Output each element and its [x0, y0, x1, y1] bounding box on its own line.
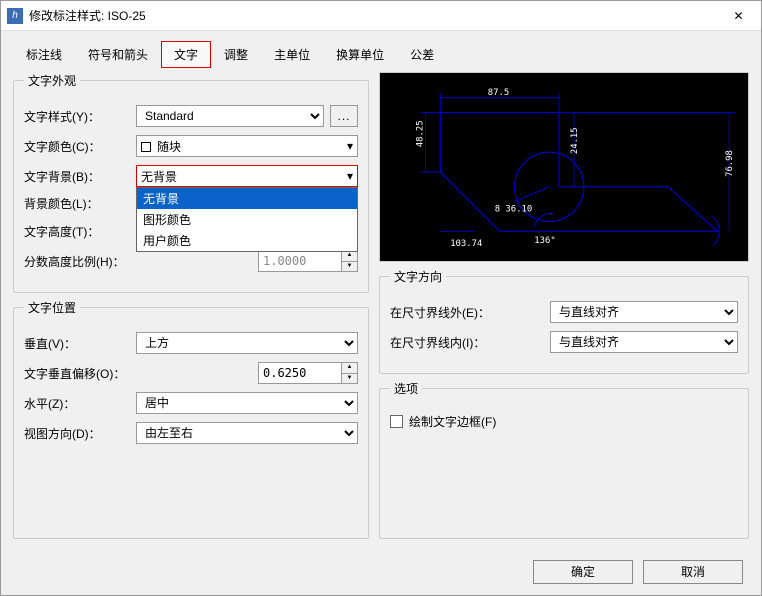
option-drawing-color[interactable]: 图形颜色	[137, 209, 357, 230]
label-vertical: 垂直(V)：	[24, 335, 136, 352]
dialog-window: h 修改标注样式: ISO-25 ✕ 标注线 符号和箭头 文字 调整 主单位 换…	[0, 0, 762, 596]
titlebar: h 修改标注样式: ISO-25 ✕	[1, 1, 761, 31]
label-bg-color: 背景颜色(L)：	[24, 195, 136, 212]
label-offset: 文字垂直偏移(O)：	[24, 365, 136, 382]
svg-text:76.98: 76.98	[725, 150, 735, 177]
label-text-style: 文字样式(Y)：	[24, 108, 136, 125]
dropdown-list-bg: 无背景 图形颜色 用户颜色	[136, 187, 358, 252]
legend-position: 文字位置	[24, 299, 80, 316]
footer: 确定 取消	[1, 549, 761, 595]
input-offset[interactable]	[258, 362, 342, 384]
spin-down-icon: ▼	[342, 262, 357, 272]
select-text-bg[interactable]: 无背景 ▾	[136, 165, 358, 187]
svg-text:87.5: 87.5	[488, 88, 509, 98]
option-user-color[interactable]: 用户颜色	[137, 230, 357, 251]
label-text-bg: 文字背景(B)：	[24, 168, 136, 185]
select-text-color[interactable]: 随块 ▾	[136, 135, 358, 157]
spin-up-icon: ▲	[342, 251, 357, 262]
input-frac-height	[258, 250, 342, 272]
select-text-style[interactable]: Standard	[136, 105, 324, 127]
tab-text[interactable]: 文字	[161, 41, 211, 68]
app-icon: h	[7, 8, 23, 24]
spin-down-icon[interactable]: ▼	[342, 374, 357, 384]
cancel-button[interactable]: 取消	[643, 560, 743, 584]
checkbox-frame[interactable]: 绘制文字边框(F)	[390, 413, 502, 430]
legend-appearance: 文字外观	[24, 72, 80, 89]
chevron-down-icon: ▾	[347, 169, 353, 183]
close-button[interactable]: ✕	[716, 1, 761, 31]
label-text-height: 文字高度(T)：	[24, 223, 136, 240]
tab-strip: 标注线 符号和箭头 文字 调整 主单位 换算单位 公差	[1, 31, 761, 68]
tab-fit[interactable]: 调整	[211, 41, 261, 68]
checkbox-frame-label: 绘制文字边框(F)	[409, 413, 496, 430]
select-inside[interactable]: 与直线对齐	[550, 331, 738, 353]
chevron-down-icon: ▾	[347, 139, 353, 153]
spinner-offset[interactable]: ▲▼	[258, 362, 358, 384]
select-outside[interactable]: 与直线对齐	[550, 301, 738, 323]
svg-text:136°: 136°	[534, 236, 555, 246]
svg-text:24.15: 24.15	[570, 127, 580, 154]
byblock-swatch-icon	[141, 142, 151, 152]
group-options: 选项 绘制文字边框(F)	[379, 380, 749, 539]
label-text-color: 文字颜色(C)：	[24, 138, 136, 155]
svg-text:8 36.10: 8 36.10	[495, 205, 532, 215]
select-vertical[interactable]: 上方	[136, 332, 358, 354]
tab-primary[interactable]: 主单位	[261, 41, 323, 68]
label-viewdir: 视图方向(D)：	[24, 425, 136, 442]
label-horizontal: 水平(Z)：	[24, 395, 136, 412]
checkbox-box-icon	[390, 415, 403, 428]
svg-text:48.25: 48.25	[416, 120, 426, 147]
legend-options: 选项	[390, 380, 422, 397]
svg-text:103.74: 103.74	[450, 239, 482, 249]
spinner-frac-height: ▲▼	[258, 250, 358, 272]
preview-panel: 87.5 48.25 24.15 76.98 8 36.10	[379, 72, 749, 262]
select-horizontal[interactable]: 居中	[136, 392, 358, 414]
ok-button[interactable]: 确定	[533, 560, 633, 584]
tab-alternate[interactable]: 换算单位	[323, 41, 397, 68]
window-title: 修改标注样式: ISO-25	[29, 7, 716, 24]
preview-drawing: 87.5 48.25 24.15 76.98 8 36.10	[380, 73, 748, 261]
content-area: 文字外观 文字样式(Y)： Standard ... 文字颜色(C)： 随块	[1, 68, 761, 549]
legend-direction: 文字方向	[390, 268, 446, 285]
label-frac-height: 分数高度比例(H)：	[24, 253, 136, 270]
close-icon: ✕	[733, 9, 743, 23]
tab-dimlines[interactable]: 标注线	[13, 41, 75, 68]
group-direction: 文字方向 在尺寸界线外(E)： 与直线对齐 在尺寸界线内(I)： 与直线对齐	[379, 268, 749, 374]
label-inside: 在尺寸界线内(I)：	[390, 334, 550, 351]
group-appearance: 文字外观 文字样式(Y)： Standard ... 文字颜色(C)： 随块	[13, 72, 369, 293]
group-position: 文字位置 垂直(V)： 上方 文字垂直偏移(O)： ▲▼	[13, 299, 369, 539]
spin-up-icon[interactable]: ▲	[342, 363, 357, 374]
label-outside: 在尺寸界线外(E)：	[390, 304, 550, 321]
select-viewdir[interactable]: 由左至右	[136, 422, 358, 444]
option-no-bg[interactable]: 无背景	[137, 188, 357, 209]
browse-style-button[interactable]: ...	[330, 105, 358, 127]
tab-tolerance[interactable]: 公差	[397, 41, 447, 68]
tab-symbols[interactable]: 符号和箭头	[75, 41, 161, 68]
